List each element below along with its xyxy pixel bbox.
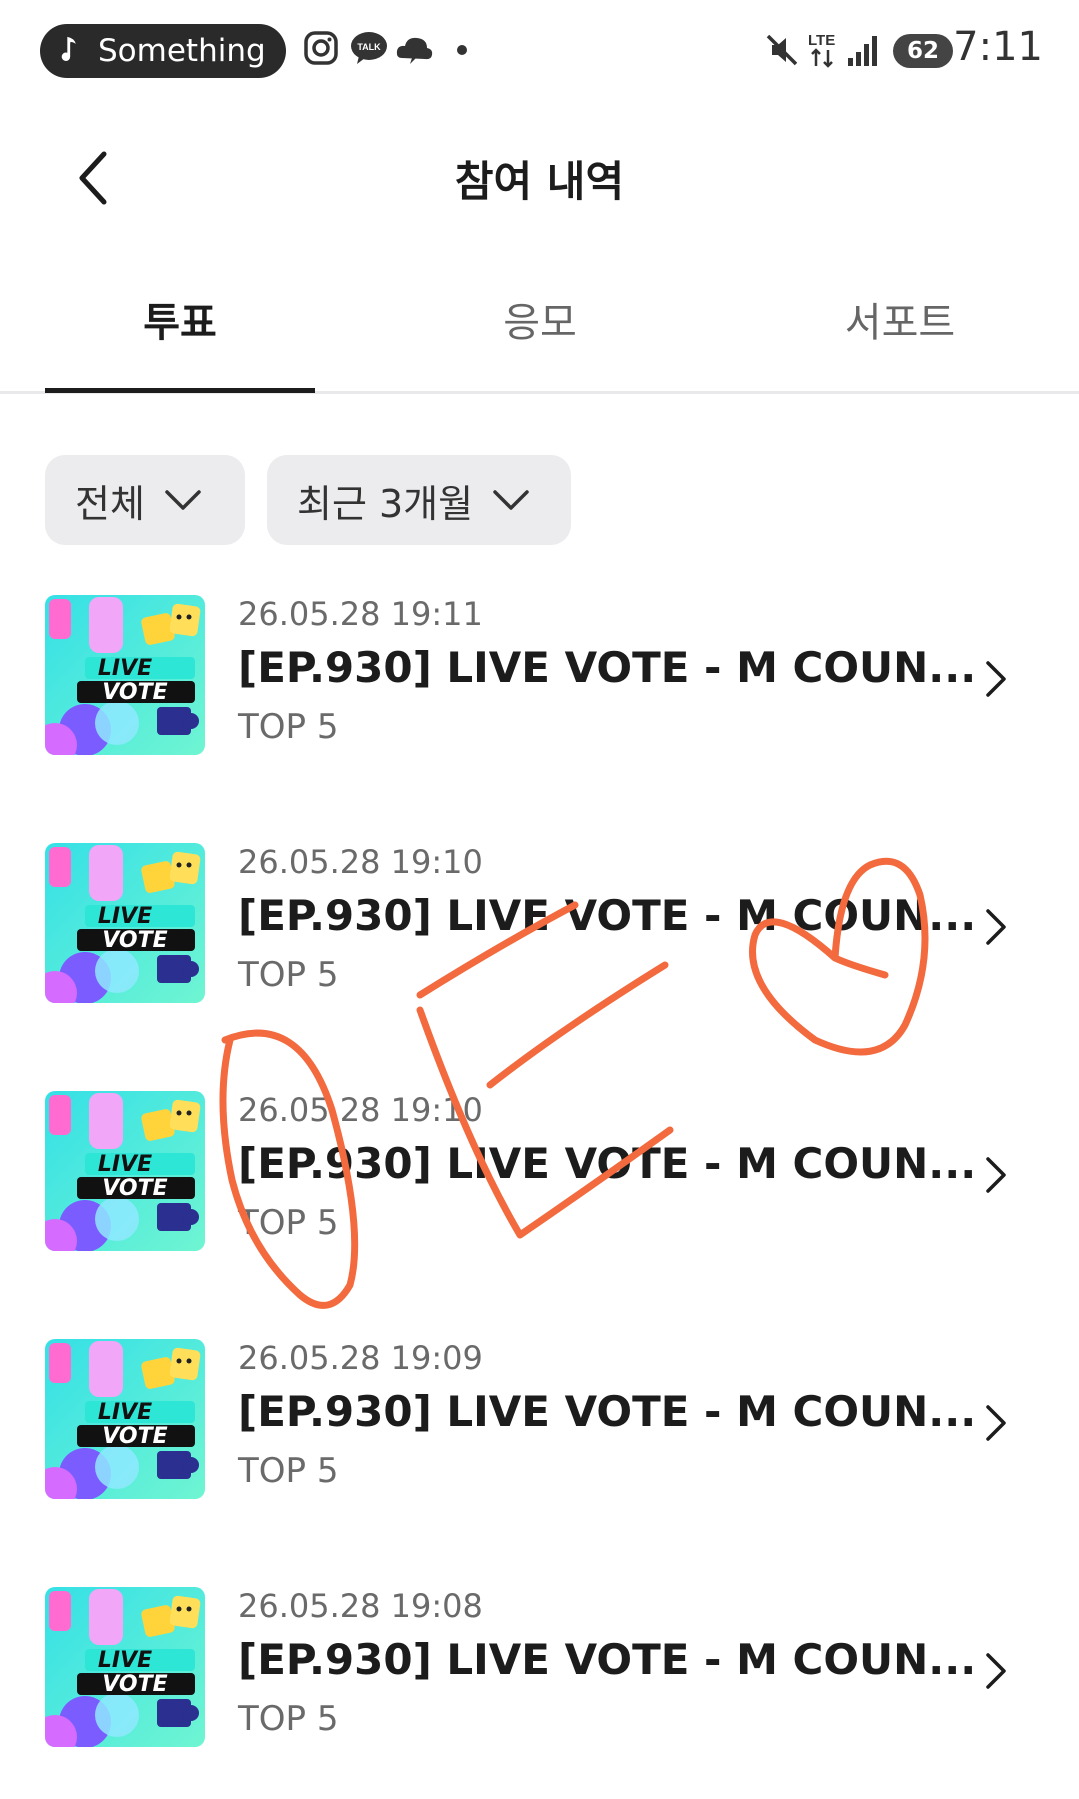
item-title: [EP.930] LIVE VOTE - M COUN... (238, 1635, 977, 1684)
mute-icon (766, 34, 798, 66)
tab-apply-label: 응모 (503, 300, 577, 346)
list-item[interactable]: LIVE VOTE 26.05.28 19:11 [EP.930] LIVE V… (0, 585, 1079, 833)
chevron-right-icon (986, 1653, 1006, 1689)
item-title: [EP.930] LIVE VOTE - M COUN... (238, 643, 977, 692)
weather-icon (396, 37, 433, 64)
live-vote-thumbnail: LIVE VOTE (45, 843, 205, 1003)
thumbnail-text-live: LIVE (98, 1648, 152, 1673)
now-playing-pill[interactable]: Something (40, 24, 286, 78)
signal-icon (848, 36, 877, 66)
tab-vote-label: 투표 (143, 300, 217, 346)
list-item[interactable]: LIVE VOTE 26.05.28 19:10 [EP.930] LIVE V… (0, 1081, 1079, 1329)
item-date: 26.05.28 19:10 (238, 843, 483, 881)
lte-icon: LTE (808, 32, 835, 68)
chevron-right-icon (986, 1405, 1006, 1441)
page-title: 참여 내역 (454, 157, 625, 206)
tab-support-label: 서포트 (844, 300, 956, 346)
thumbnail-text-live: LIVE (98, 1400, 152, 1425)
chevron-right-icon (986, 1157, 1006, 1193)
list-item[interactable]: LIVE VOTE 26.05.28 19:08 [EP.930] LIVE V… (0, 1577, 1079, 1799)
period-filter-label: 최근 3개월 (297, 481, 474, 526)
thumbnail-text-vote: VOTE (102, 928, 167, 953)
thumbnail-text-vote: VOTE (102, 1672, 167, 1697)
tab-support[interactable]: 서포트 (765, 290, 1035, 390)
thumbnail-text-live: LIVE (98, 1152, 152, 1177)
live-vote-thumbnail: LIVE VOTE (45, 595, 205, 755)
music-note-icon (61, 36, 76, 61)
item-title: [EP.930] LIVE VOTE - M COUN... (238, 891, 977, 940)
chevron-right-icon (986, 909, 1006, 945)
item-title: [EP.930] LIVE VOTE - M COUN... (238, 1387, 977, 1436)
item-date: 26.05.28 19:10 (238, 1091, 483, 1129)
tab-vote[interactable]: 투표 (45, 290, 315, 390)
chevron-down-icon (493, 490, 529, 510)
svg-text:TALK: TALK (357, 42, 381, 52)
category-filter-dropdown[interactable]: 전체 (45, 455, 245, 545)
dot-icon (457, 45, 467, 55)
category-filter-label: 전체 (75, 481, 145, 526)
thumbnail-text-live: LIVE (98, 904, 152, 929)
item-date: 26.05.28 19:08 (238, 1587, 483, 1625)
clock: 7:11 (953, 24, 1043, 70)
status-bar: Something TALK LTE 62 7:11 (0, 0, 1079, 100)
live-vote-thumbnail: LIVE VOTE (45, 1091, 205, 1251)
live-vote-thumbnail: LIVE VOTE (45, 1587, 205, 1747)
now-playing-text: Something (98, 33, 266, 69)
item-date: 26.05.28 19:11 (238, 595, 483, 633)
item-title: [EP.930] LIVE VOTE - M COUN... (238, 1139, 977, 1188)
list-item[interactable]: LIVE VOTE 26.05.28 19:09 [EP.930] LIVE V… (0, 1329, 1079, 1577)
tab-bar: 투표 응모 서포트 (0, 290, 1079, 394)
instagram-icon (304, 31, 338, 65)
item-subtitle: TOP 5 (238, 1699, 339, 1739)
item-subtitle: TOP 5 (238, 707, 339, 747)
item-date: 26.05.28 19:09 (238, 1339, 483, 1377)
battery-icon: 62 (893, 34, 953, 68)
thumbnail-text-live: LIVE (98, 656, 152, 681)
thumbnail-text-vote: VOTE (102, 1424, 167, 1449)
period-filter-dropdown[interactable]: 최근 3개월 (267, 455, 571, 545)
battery-level: 62 (906, 38, 939, 64)
live-vote-thumbnail: LIVE VOTE (45, 1339, 205, 1499)
item-subtitle: TOP 5 (238, 1451, 339, 1491)
participation-list: LIVE VOTE 26.05.28 19:11 [EP.930] LIVE V… (0, 585, 1079, 1799)
svg-text:LTE: LTE (808, 32, 835, 49)
kakaotalk-icon: TALK (351, 32, 387, 64)
thumbnail-text-vote: VOTE (102, 680, 167, 705)
item-subtitle: TOP 5 (238, 1203, 339, 1243)
chevron-down-icon (165, 490, 201, 510)
item-subtitle: TOP 5 (238, 955, 339, 995)
chevron-right-icon (986, 661, 1006, 697)
list-item[interactable]: LIVE VOTE 26.05.28 19:10 [EP.930] LIVE V… (0, 833, 1079, 1081)
active-tab-indicator (45, 388, 315, 393)
tab-apply[interactable]: 응모 (405, 290, 675, 390)
thumbnail-text-vote: VOTE (102, 1176, 167, 1201)
